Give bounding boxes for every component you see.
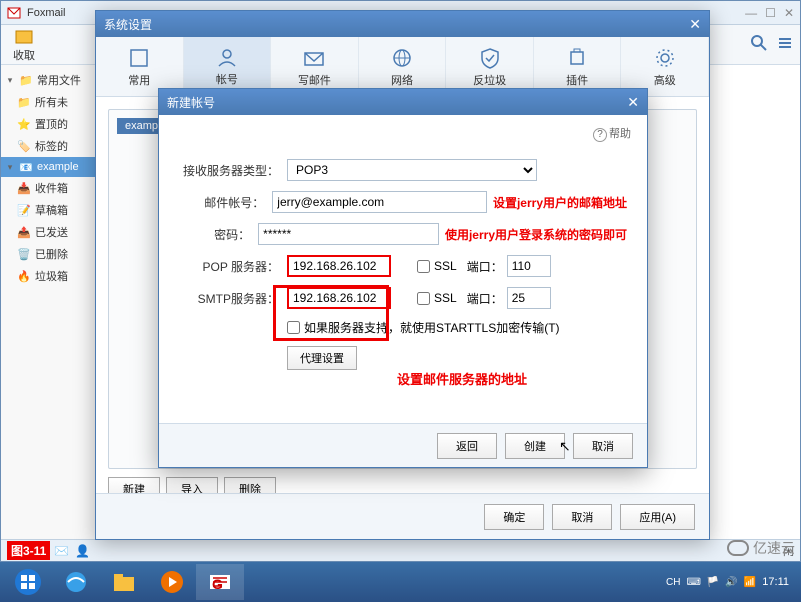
annotation-password: 使用jerry用户登录系统的密码即可 (445, 226, 627, 243)
server-type-select[interactable]: POP3 (287, 159, 537, 181)
pop-server-input[interactable] (287, 255, 391, 277)
sidebar-tags[interactable]: 🏷️标签的 (1, 135, 95, 157)
tray-clock[interactable]: 17:11 (762, 576, 789, 588)
star-icon: ⭐ (17, 117, 31, 131)
status-mail-icon[interactable]: ✉️ (54, 544, 69, 558)
maximize-button[interactable]: ☐ (765, 6, 776, 20)
foxmail-logo-icon (7, 6, 21, 20)
figure-label: 图3-11 (7, 541, 50, 560)
question-icon: ? (593, 128, 607, 142)
smtp-port-input[interactable] (507, 287, 551, 309)
label-pop: POP 服务器： (179, 258, 287, 275)
label-email: 邮件帐号： (179, 194, 272, 211)
sidebar-common-files[interactable]: ▾📁常用文件 (1, 69, 95, 91)
settings-apply-button[interactable]: 应用(A) (620, 504, 695, 530)
newacct-titlebar: 新建帐号 ✕ (159, 89, 647, 115)
sent-icon: 📤 (17, 225, 31, 239)
sidebar-drafts[interactable]: 📝草稿箱 (1, 199, 95, 221)
ime-indicator[interactable]: CH (666, 577, 680, 588)
folder-icon: 📁 (19, 73, 33, 87)
status-contact-icon[interactable]: 👤 (75, 544, 90, 558)
folder-icon: 📁 (17, 95, 31, 109)
trash-icon: 🗑️ (17, 247, 31, 261)
svg-text:G: G (212, 576, 223, 592)
sidebar: ▾📁常用文件 📁所有未 ⭐置顶的 🏷️标签的 ▾📧example 📥收件箱 📝草… (1, 65, 96, 561)
cancel-button[interactable]: 取消 (573, 433, 633, 459)
taskbar-foxmail[interactable]: G (196, 564, 244, 600)
label-smtp-port: 端口： (467, 290, 503, 307)
search-icon[interactable] (750, 34, 768, 55)
junk-icon: 🔥 (17, 269, 31, 283)
new-account-dialog: 新建帐号 ✕ ?帮助 接收服务器类型： POP3 邮件帐号： 设置jerry用户… (158, 88, 648, 468)
plugin-icon (565, 46, 589, 70)
sidebar-all[interactable]: 📁所有未 (1, 91, 95, 113)
tray-keyboard-icon[interactable]: ⌨ (686, 577, 700, 588)
shield-icon (478, 46, 502, 70)
create-button[interactable]: 创建 (505, 433, 565, 459)
receive-button[interactable]: 收取 (7, 25, 41, 65)
back-button[interactable]: 返回 (437, 433, 497, 459)
sidebar-sent[interactable]: 📤已发送 (1, 221, 95, 243)
taskbar-ie[interactable] (52, 564, 100, 600)
settings-titlebar: 系统设置 ✕ (96, 11, 709, 37)
account-icon: 📧 (19, 160, 33, 174)
gear-icon (653, 46, 677, 70)
common-icon (127, 46, 151, 70)
taskbar-media[interactable] (148, 564, 196, 600)
inbox-icon: 📥 (17, 181, 31, 195)
label-password: 密码： (179, 226, 258, 243)
receive-icon (14, 27, 34, 47)
starttls-checkbox[interactable]: 如果服务器支持，就使用STARTTLS加密传输(T) (287, 319, 560, 336)
label-server-type: 接收服务器类型： (179, 162, 287, 179)
tray-volume-icon[interactable]: 🔊 (725, 577, 737, 588)
sidebar-junk[interactable]: 🔥垃圾箱 (1, 265, 95, 287)
smtp-ssl-checkbox[interactable]: SSL (417, 291, 457, 305)
password-input[interactable] (258, 223, 439, 245)
statusbar: 图3-11 ✉️ 👤 闲 (1, 539, 800, 561)
label-smtp: SMTP服务器： (179, 290, 287, 307)
smtp-server-input[interactable] (287, 287, 391, 309)
pop-ssl-checkbox[interactable]: SSL (417, 259, 457, 273)
newacct-close-button[interactable]: ✕ (627, 94, 639, 111)
foxmail-title: Foxmail (27, 7, 66, 19)
sidebar-account[interactable]: ▾📧example (1, 157, 95, 177)
sidebar-pinned[interactable]: ⭐置顶的 (1, 113, 95, 135)
network-icon (390, 46, 414, 70)
taskbar: G CH ⌨ 🏳️ 🔊 📶 17:11 (0, 562, 801, 602)
close-button[interactable]: ✕ (784, 6, 794, 20)
annotation-server: 设置邮件服务器的地址 (397, 369, 527, 388)
draft-icon: 📝 (17, 203, 31, 217)
annotation-email: 设置jerry用户的邮箱地址 (493, 194, 627, 211)
settings-close-button[interactable]: ✕ (689, 16, 701, 33)
settings-ok-button[interactable]: 确定 (484, 504, 544, 530)
tray-network-icon[interactable]: 📶 (744, 577, 756, 588)
menu-icon[interactable] (776, 34, 794, 55)
pop-port-input[interactable] (507, 255, 551, 277)
help-link[interactable]: ?帮助 (593, 125, 631, 142)
settings-cancel-button[interactable]: 取消 (552, 504, 612, 530)
compose-icon (302, 46, 326, 70)
watermark: 亿速云 (727, 538, 795, 558)
mouse-cursor-icon: ↖ (559, 438, 571, 455)
tray-flag-icon[interactable]: 🏳️ (707, 577, 719, 588)
newacct-title: 新建帐号 (167, 94, 215, 111)
tag-icon: 🏷️ (17, 139, 31, 153)
start-button[interactable] (4, 564, 52, 600)
taskbar-explorer[interactable] (100, 564, 148, 600)
label-pop-port: 端口： (467, 258, 503, 275)
email-input[interactable] (272, 191, 487, 213)
sidebar-inbox[interactable]: 📥收件箱 (1, 177, 95, 199)
account-icon (215, 45, 239, 69)
proxy-settings-button[interactable]: 代理设置 (287, 346, 357, 370)
cloud-icon (727, 540, 749, 556)
settings-title: 系统设置 (104, 16, 152, 33)
minimize-button[interactable]: — (745, 6, 757, 20)
sidebar-trash[interactable]: 🗑️已删除 (1, 243, 95, 265)
